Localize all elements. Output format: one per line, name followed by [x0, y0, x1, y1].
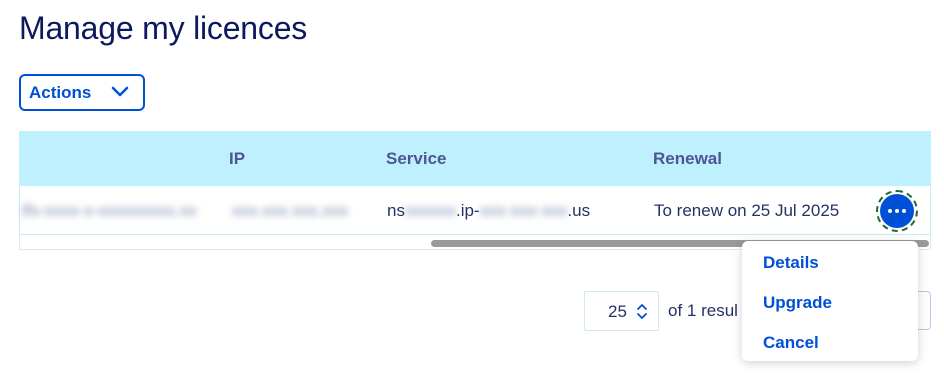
actions-label: Actions — [29, 82, 92, 102]
menu-item-cancel[interactable]: Cancel — [763, 333, 819, 353]
table-header: IP Service Renewal — [19, 131, 931, 186]
service-redacted-1: xxxxxx — [404, 201, 456, 220]
column-header-ip[interactable]: IP — [229, 149, 245, 169]
service-suffix: .us — [567, 201, 591, 220]
column-header-renewal[interactable]: Renewal — [653, 149, 722, 169]
service-redacted-2: xxx-xxx-xxx — [479, 201, 568, 220]
row-actions-menu: Details Upgrade Cancel — [742, 241, 918, 361]
row-actions-button[interactable] — [876, 190, 918, 232]
renewal-cell: To renew on 25 Jul 2025 — [654, 201, 840, 220]
licence-name-cell: lfs-xxxx-x-xxxxxxxxx.xx — [22, 201, 197, 220]
page-size-value: 25 — [608, 302, 627, 321]
column-header-service[interactable]: Service — [386, 149, 447, 169]
actions-dropdown-button[interactable]: Actions — [19, 74, 145, 111]
licences-table: IP Service Renewal lfs-xxxx-x-xxxxxxxxx.… — [19, 131, 931, 251]
ip-cell: xxx.xxx.xxx.xxx — [232, 201, 349, 220]
chevron-updown-icon — [637, 304, 647, 319]
service-mid: .ip- — [455, 201, 480, 220]
menu-item-details[interactable]: Details — [763, 253, 819, 273]
service-prefix: ns — [387, 201, 405, 220]
page-title: Manage my licences — [19, 10, 308, 46]
more-options-icon — [880, 194, 914, 228]
table-row: lfs-xxxx-x-xxxxxxxxx.xx xxx.xxx.xxx.xxx … — [19, 186, 931, 235]
chevron-down-icon — [111, 86, 129, 97]
page-size-select[interactable]: 25 — [584, 291, 659, 331]
menu-item-upgrade[interactable]: Upgrade — [763, 293, 832, 313]
results-summary: of 1 resul — [668, 301, 738, 320]
service-cell: nsxxxxxx.ip-xxx-xxx-xxx.us — [387, 201, 590, 221]
